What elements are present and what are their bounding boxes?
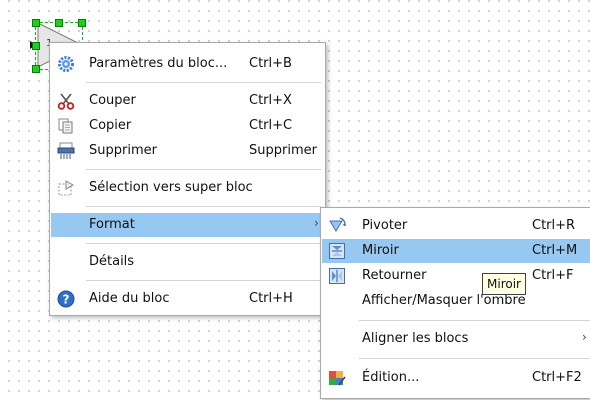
edit-icon — [328, 369, 346, 387]
menu-item-delete[interactable]: Supprimer Supprimer — [51, 139, 324, 163]
submenu-item-mirror[interactable]: Miroir Ctrl+M — [322, 239, 590, 263]
menu-item-block-help[interactable]: ? Aide du bloc Ctrl+H — [51, 287, 324, 311]
submenu-item-rotate[interactable]: Pivoter Ctrl+R — [322, 214, 590, 238]
submenu-item-toggle-shadow[interactable]: Afficher/Masquer l'ombre — [322, 289, 590, 313]
gear-icon — [57, 55, 75, 73]
svg-text:?: ? — [63, 293, 70, 307]
flip-icon — [328, 267, 346, 285]
scissors-icon — [57, 92, 75, 110]
chevron-right-icon: › — [582, 330, 587, 344]
chevron-right-icon: › — [314, 216, 319, 230]
submenu-item-edit[interactable]: Édition... Ctrl+F2 — [322, 366, 590, 390]
shredder-icon — [57, 142, 75, 160]
menu-item-cut[interactable]: Couper Ctrl+X — [51, 89, 324, 113]
resize-handle-top-mid[interactable] — [55, 19, 63, 27]
menu-item-copy[interactable]: Copier Ctrl+C — [51, 114, 324, 138]
menu-separator — [359, 358, 590, 359]
menu-item-details[interactable]: Détails — [51, 250, 324, 274]
menu-separator — [86, 206, 321, 207]
submenu-item-align-blocks[interactable]: Aligner les blocs › — [322, 327, 590, 351]
rotate-icon — [328, 217, 346, 235]
copy-icon — [57, 117, 75, 135]
submenu-item-flip[interactable]: Retourner Ctrl+F — [322, 264, 590, 288]
resize-handle-mid-left[interactable] — [32, 42, 40, 50]
menu-separator — [86, 280, 321, 281]
format-submenu: Pivoter Ctrl+R Miroir Ctrl+M Retourner C… — [320, 207, 590, 399]
help-icon: ? — [57, 290, 75, 308]
menu-item-selection-to-superblock[interactable]: Sélection vers super bloc — [51, 176, 324, 200]
menu-separator — [86, 82, 321, 83]
resize-handle-top-left[interactable] — [32, 19, 40, 27]
block-context-menu: Paramètres du bloc... Ctrl+B Couper Ctrl… — [49, 42, 326, 316]
menu-separator — [359, 320, 590, 321]
mirror-icon — [328, 242, 346, 260]
menu-separator — [86, 243, 321, 244]
diagram-canvas[interactable]: 1 Paramètres du bloc... Ctrl+B — [0, 0, 590, 400]
superblock-icon — [57, 179, 75, 197]
menu-item-format[interactable]: Format › — [51, 213, 324, 237]
resize-handle-bottom-left[interactable] — [32, 65, 40, 73]
resize-handle-top-right[interactable] — [78, 19, 86, 27]
menu-separator — [86, 169, 321, 170]
tooltip: Miroir — [482, 273, 526, 295]
menu-item-block-parameters[interactable]: Paramètres du bloc... Ctrl+B — [51, 52, 324, 76]
